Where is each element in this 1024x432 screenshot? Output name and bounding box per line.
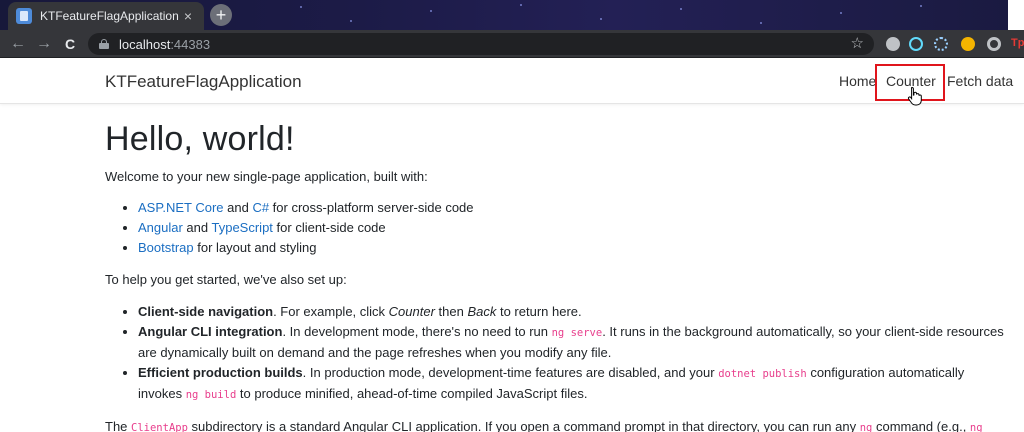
inline-code: ClientApp bbox=[131, 422, 188, 432]
color-picker-icon[interactable] bbox=[961, 37, 975, 51]
nav-home-link[interactable]: Home bbox=[839, 73, 876, 89]
clientapp-text: The ClientApp subdirectory is a standard… bbox=[105, 417, 1010, 432]
list-item-text: and bbox=[182, 220, 212, 235]
redux-devtools-icon[interactable] bbox=[934, 37, 948, 51]
lock-icon[interactable] bbox=[99, 39, 109, 49]
feature-text: . In production mode, development-time f… bbox=[302, 365, 719, 380]
typescript-link[interactable]: TypeScript bbox=[212, 220, 273, 235]
react-devtools-icon[interactable] bbox=[909, 37, 923, 51]
feature-text: . For example, click bbox=[273, 304, 389, 319]
list-item-text: and bbox=[223, 200, 253, 215]
back-arrow-icon[interactable]: ← bbox=[7, 33, 29, 55]
bootstrap-link[interactable]: Bootstrap bbox=[138, 240, 194, 255]
list-item-text: for client-side code bbox=[272, 220, 386, 235]
browser-toolbar: ← → C localhost:44383 ☆ Tp bbox=[0, 30, 1024, 58]
list-item-text: for cross-platform server-side code bbox=[269, 200, 474, 215]
reload-icon[interactable]: C bbox=[59, 33, 81, 55]
feature-em: Back bbox=[467, 304, 497, 319]
browser-tab-strip: KTFeatureFlagApplication × + bbox=[0, 0, 1024, 30]
url-host: localhost bbox=[119, 36, 171, 52]
partial-extension-icon[interactable]: Tp bbox=[1011, 37, 1024, 49]
forward-arrow-icon[interactable]: → bbox=[33, 33, 55, 55]
nav-fetch-data-link[interactable]: Fetch data bbox=[947, 73, 1013, 89]
feature-title: Client-side navigation bbox=[138, 304, 274, 319]
feature-text: . In development mode, there's no need t… bbox=[282, 324, 552, 339]
csharp-link[interactable]: C# bbox=[252, 200, 269, 215]
feature-text: to produce minified, ahead-of-time compi… bbox=[236, 386, 588, 401]
tech-list: ASP.NET Core and C# for cross-platform s… bbox=[105, 198, 1010, 258]
list-item: Efficient production builds. In producti… bbox=[138, 363, 1010, 405]
features-list: Client-side navigation. For example, cli… bbox=[105, 302, 1010, 405]
feature-em: Counter bbox=[388, 304, 435, 319]
extension-icon[interactable] bbox=[886, 37, 900, 51]
list-item: ASP.NET Core and C# for cross-platform s… bbox=[138, 198, 1010, 218]
url-port: :44383 bbox=[170, 36, 211, 52]
new-tab-button[interactable]: + bbox=[210, 4, 232, 26]
address-bar[interactable]: localhost:44383 ☆ bbox=[88, 33, 874, 55]
record-icon[interactable] bbox=[987, 37, 1001, 51]
browser-tab-active[interactable]: KTFeatureFlagApplication × bbox=[8, 2, 204, 30]
list-item-text: for layout and styling bbox=[193, 240, 317, 255]
inline-code: ng serve bbox=[551, 327, 603, 339]
feature-title: Angular CLI integration bbox=[138, 324, 283, 339]
feature-text: then bbox=[434, 304, 468, 319]
list-item: Angular CLI integration. In development … bbox=[138, 322, 1010, 363]
inline-code: ng bbox=[969, 422, 983, 432]
feature-title: Efficient production builds bbox=[138, 365, 303, 380]
list-item: Angular and TypeScript for client-side c… bbox=[138, 218, 1010, 238]
inline-code: ng bbox=[859, 422, 873, 432]
inline-code: dotnet publish bbox=[718, 368, 807, 380]
tab-close-icon[interactable]: × bbox=[180, 8, 196, 24]
app-navbar: KTFeatureFlagApplication Home Counter Fe… bbox=[0, 58, 1024, 104]
setup-intro-text: To help you get started, we've also set … bbox=[105, 272, 347, 287]
list-item: Client-side navigation. For example, cli… bbox=[138, 302, 1010, 322]
page-heading: Hello, world! bbox=[105, 120, 295, 158]
angular-link[interactable]: Angular bbox=[138, 220, 183, 235]
paragraph-text: subdirectory is a standard Angular CLI a… bbox=[187, 419, 860, 432]
inline-code: ng build bbox=[185, 389, 237, 401]
app-brand[interactable]: KTFeatureFlagApplication bbox=[105, 72, 302, 92]
intro-text: Welcome to your new single-page applicat… bbox=[105, 169, 428, 184]
bookmark-star-icon[interactable]: ☆ bbox=[851, 34, 864, 52]
aspnet-core-link[interactable]: ASP.NET Core bbox=[138, 200, 224, 215]
paragraph-text: command (e.g., bbox=[872, 419, 970, 432]
feature-text: to return here. bbox=[496, 304, 582, 319]
main-content: Hello, world! Welcome to your new single… bbox=[105, 104, 1010, 432]
list-item: Bootstrap for layout and styling bbox=[138, 238, 1010, 258]
hand-pointer-cursor-icon bbox=[907, 86, 922, 106]
window-edge bbox=[1008, 0, 1024, 30]
page-favicon-icon bbox=[16, 8, 32, 24]
paragraph-text: The bbox=[105, 419, 132, 432]
tab-title: KTFeatureFlagApplication bbox=[40, 9, 179, 23]
